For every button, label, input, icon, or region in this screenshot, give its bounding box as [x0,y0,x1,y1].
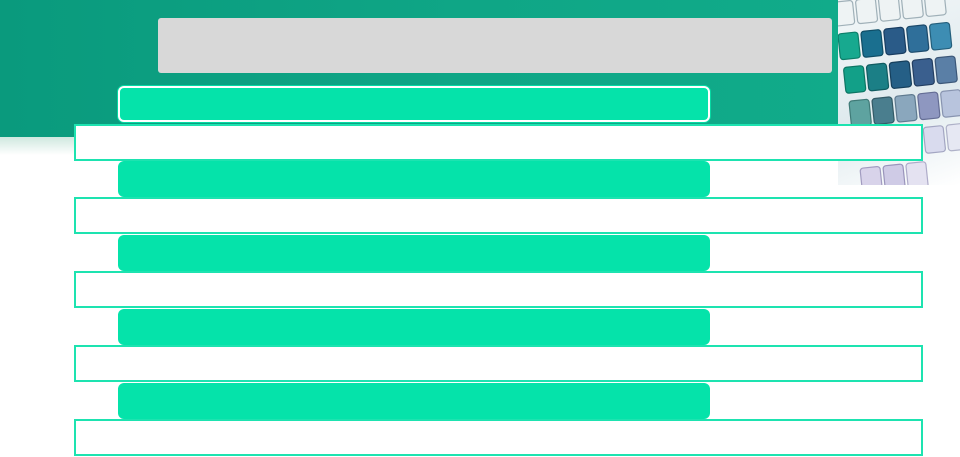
section-content-row-4 [74,345,923,382]
title-bar [158,18,832,73]
section-heading-2 [118,161,710,197]
section-heading-4 [118,309,710,345]
section-heading-1 [118,86,710,122]
section-content-row-5 [74,419,923,456]
section-content-row-1 [74,124,923,161]
section-content-row-2 [74,197,923,234]
section-heading-5 [118,383,710,419]
section-heading-3 [118,235,710,271]
section-content-row-3 [74,271,923,308]
